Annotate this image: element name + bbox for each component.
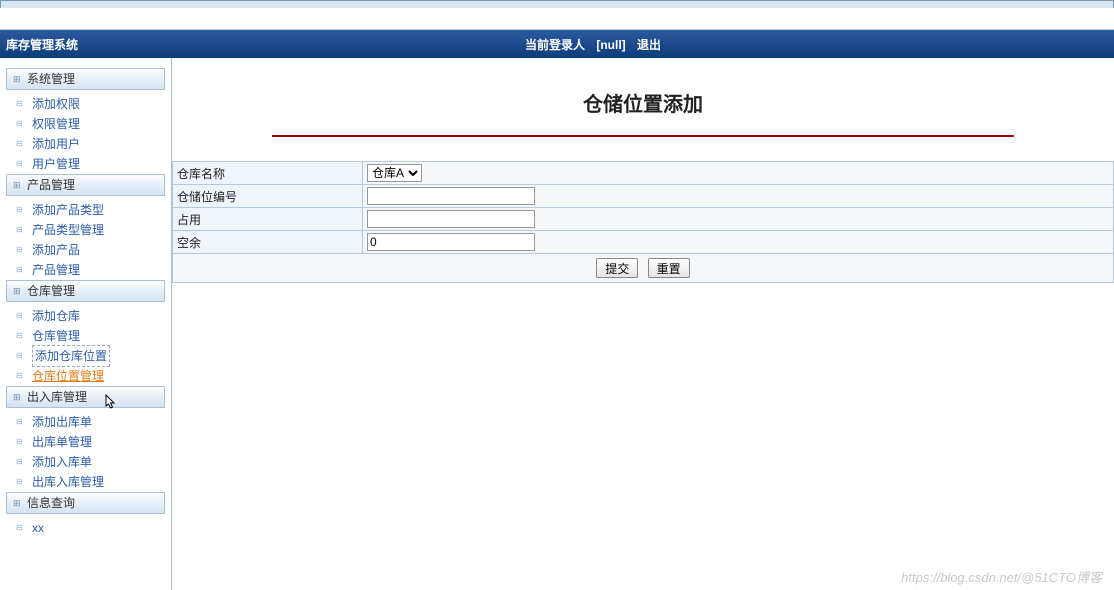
logout-link[interactable]: 退出 (637, 38, 661, 52)
app-header: 库存管理系统 当前登录人 [null] 退出 (0, 30, 1114, 58)
nav-item-xx[interactable]: ⊟xx (6, 518, 165, 538)
nav-item-warehouse-manage[interactable]: ⊟仓库管理 (6, 326, 165, 346)
free-input[interactable] (367, 233, 535, 251)
dash-icon: ⊟ (16, 134, 32, 154)
nav-item-product-type-manage[interactable]: ⊟产品类型管理 (6, 220, 165, 240)
label-occupied: 占用 (173, 208, 363, 231)
dash-icon: ⊟ (16, 114, 32, 134)
nav-header-warehouse[interactable]: ⊞ 仓库管理 (6, 280, 165, 302)
dash-icon: ⊟ (16, 240, 32, 260)
header-center: 当前登录人 [null] 退出 (78, 36, 1108, 53)
dash-icon: ⊟ (16, 306, 32, 326)
dash-icon: ⊟ (16, 260, 32, 280)
occupied-input[interactable] (367, 210, 535, 228)
label-location-code: 仓储位编号 (173, 185, 363, 208)
nav-item-add-warehouse[interactable]: ⊟添加仓库 (6, 306, 165, 326)
window-chrome-toolbar (0, 8, 1114, 30)
window-chrome-top (0, 0, 1114, 8)
nav-header-inout[interactable]: ⊞ 出入库管理 (6, 386, 165, 408)
table-row: 仓储位编号 (173, 185, 1114, 208)
current-user-label: 当前登录人 (525, 38, 585, 52)
nav-item-permission-manage[interactable]: ⊟权限管理 (6, 114, 165, 134)
nav-item-add-location[interactable]: ⊟添加仓库位置 (6, 346, 165, 366)
expand-icon: ⊞ (13, 281, 27, 301)
nav-header-label: 信息查询 (27, 493, 75, 513)
nav-item-add-outbound[interactable]: ⊟添加出库单 (6, 412, 165, 432)
nav-header-query[interactable]: ⊞ 信息查询 (6, 492, 165, 514)
nav-item-add-permission[interactable]: ⊟添加权限 (6, 94, 165, 114)
nav-item-add-product[interactable]: ⊟添加产品 (6, 240, 165, 260)
nav-header-label: 出入库管理 (27, 387, 87, 407)
label-warehouse-name: 仓库名称 (173, 162, 363, 185)
table-row (173, 254, 1114, 283)
expand-icon: ⊞ (13, 493, 27, 513)
nav-header-label: 系统管理 (27, 69, 75, 89)
form-table: 仓库名称 仓库A 仓储位编号 占用 空余 (172, 161, 1114, 283)
table-row: 仓库名称 仓库A (173, 162, 1114, 185)
table-row: 空余 (173, 231, 1114, 254)
nav-header-label: 仓库管理 (27, 281, 75, 301)
dash-icon: ⊟ (16, 220, 32, 240)
dash-icon: ⊟ (16, 154, 32, 174)
expand-icon: ⊞ (13, 387, 27, 407)
nav-item-add-user[interactable]: ⊟添加用户 (6, 134, 165, 154)
dash-icon: ⊟ (16, 452, 32, 472)
expand-icon: ⊞ (13, 175, 27, 195)
title-underline (272, 135, 1014, 137)
nav-item-outbound-manage[interactable]: ⊟出库单管理 (6, 432, 165, 452)
reset-button[interactable] (648, 258, 690, 278)
watermark: https://blog.csdn.net/@51CTO博客 (901, 567, 1102, 586)
expand-icon: ⊞ (13, 69, 27, 89)
dash-icon: ⊟ (16, 326, 32, 346)
dash-icon: ⊟ (16, 346, 32, 366)
dash-icon: ⊟ (16, 366, 32, 386)
nav-header-label: 产品管理 (27, 175, 75, 195)
dash-icon: ⊟ (16, 412, 32, 432)
current-user-value: [null] (596, 38, 625, 52)
dash-icon: ⊟ (16, 432, 32, 452)
page-title: 仓储位置添加 (172, 88, 1114, 117)
dash-icon: ⊟ (16, 472, 32, 492)
location-code-input[interactable] (367, 187, 535, 205)
nav-item-user-manage[interactable]: ⊟用户管理 (6, 154, 165, 174)
nav-item-add-inbound[interactable]: ⊟添加入库单 (6, 452, 165, 472)
nav-item-location-manage[interactable]: ⊟仓库位置管理 (6, 366, 165, 386)
dash-icon: ⊟ (16, 200, 32, 220)
label-free: 空余 (173, 231, 363, 254)
main-content: 仓储位置添加 仓库名称 仓库A 仓储位编号 占用 空余 (172, 58, 1114, 590)
warehouse-name-select[interactable]: 仓库A (367, 164, 422, 182)
submit-button[interactable] (596, 258, 638, 278)
nav-header-system[interactable]: ⊞ 系统管理 (6, 68, 165, 90)
dash-icon: ⊟ (16, 94, 32, 114)
nav-item-add-product-type[interactable]: ⊟添加产品类型 (6, 200, 165, 220)
sidebar: ⊞ 系统管理 ⊟添加权限 ⊟权限管理 ⊟添加用户 ⊟用户管理 ⊞ 产品管理 ⊟添… (0, 58, 172, 590)
table-row: 占用 (173, 208, 1114, 231)
app-title: 库存管理系统 (6, 36, 78, 53)
nav-item-product-manage[interactable]: ⊟产品管理 (6, 260, 165, 280)
dash-icon: ⊟ (16, 518, 32, 538)
nav-header-product[interactable]: ⊞ 产品管理 (6, 174, 165, 196)
nav-item-inout-manage[interactable]: ⊟出库入库管理 (6, 472, 165, 492)
